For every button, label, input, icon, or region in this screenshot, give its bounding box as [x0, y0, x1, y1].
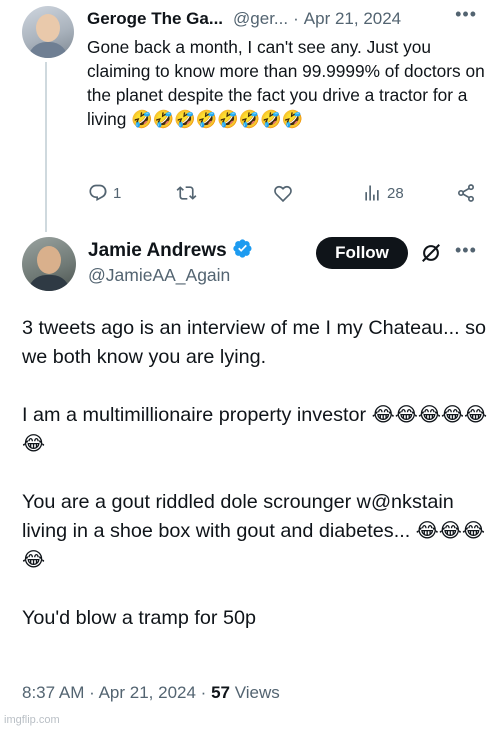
author-handle[interactable]: @JamieAA_Again: [88, 265, 230, 286]
grok-icon[interactable]: [420, 242, 442, 264]
share-icon: [458, 184, 474, 202]
tweet-time[interactable]: 8:37 AM: [22, 683, 84, 702]
tweet-actions: 1 28: [87, 183, 479, 207]
views-button[interactable]: 28: [362, 183, 404, 203]
reply-icon: [89, 184, 107, 202]
follow-button[interactable]: Follow: [316, 237, 408, 269]
more-horizontal-icon[interactable]: •••: [455, 240, 477, 261]
tweet-date[interactable]: Apr 21, 2024: [99, 683, 196, 702]
avatar-face: [36, 14, 60, 42]
tweet-text: Gone back a month, I can't see any. Just…: [87, 37, 485, 129]
reply-button[interactable]: 1: [88, 183, 121, 203]
tweet-paragraph: You'd blow a tramp for 50p: [22, 607, 256, 629]
tweet-date[interactable]: Apr 21, 2024: [304, 9, 401, 29]
avatar-body: [28, 42, 68, 58]
analytics-icon: [365, 185, 379, 201]
avatar[interactable]: [22, 237, 76, 291]
author-name[interactable]: Geroge The Ga...: [87, 9, 223, 29]
views-count: 28: [387, 184, 404, 202]
watermark: imgflip.com: [4, 714, 60, 726]
avatar[interactable]: [22, 6, 74, 58]
tweet-text: 3 tweets ago is an interview of me I my …: [22, 314, 492, 633]
tweet-paragraph: I am a multimillionaire property investo…: [22, 404, 488, 455]
separator-dot: ·: [89, 683, 95, 702]
tweet-header: Geroge The Ga... @ger... · Apr 21, 2024 …: [87, 4, 482, 30]
avatar-body: [28, 275, 70, 291]
avatar-face: [37, 246, 61, 274]
heart-icon: [274, 185, 292, 203]
author-name-row: Jamie Andrews: [88, 238, 253, 264]
share-button[interactable]: [456, 183, 476, 203]
more-horizontal-icon[interactable]: •••: [455, 4, 477, 25]
thread-connector-line: [45, 62, 47, 232]
like-button[interactable]: [273, 183, 298, 203]
tweet-paragraph: 3 tweets ago is an interview of me I my …: [22, 317, 486, 368]
retweet-button[interactable]: [176, 183, 202, 203]
views-count: 57: [211, 683, 230, 702]
separator-dot: ·: [200, 683, 207, 702]
views-label: Views: [234, 683, 280, 702]
author-handle[interactable]: @ger...: [233, 9, 288, 29]
author-name[interactable]: Jamie Andrews: [88, 240, 227, 262]
tweet-paragraph: You are a gout riddled dole scrounger w@…: [22, 491, 486, 571]
retweet-icon: [176, 186, 197, 200]
tweet-meta: 8:37 AM · Apr 21, 2024 · 57 Views: [22, 683, 280, 703]
separator-dot: ·: [293, 9, 299, 28]
reply-count: 1: [113, 184, 122, 202]
verified-badge-icon[interactable]: [232, 238, 253, 265]
